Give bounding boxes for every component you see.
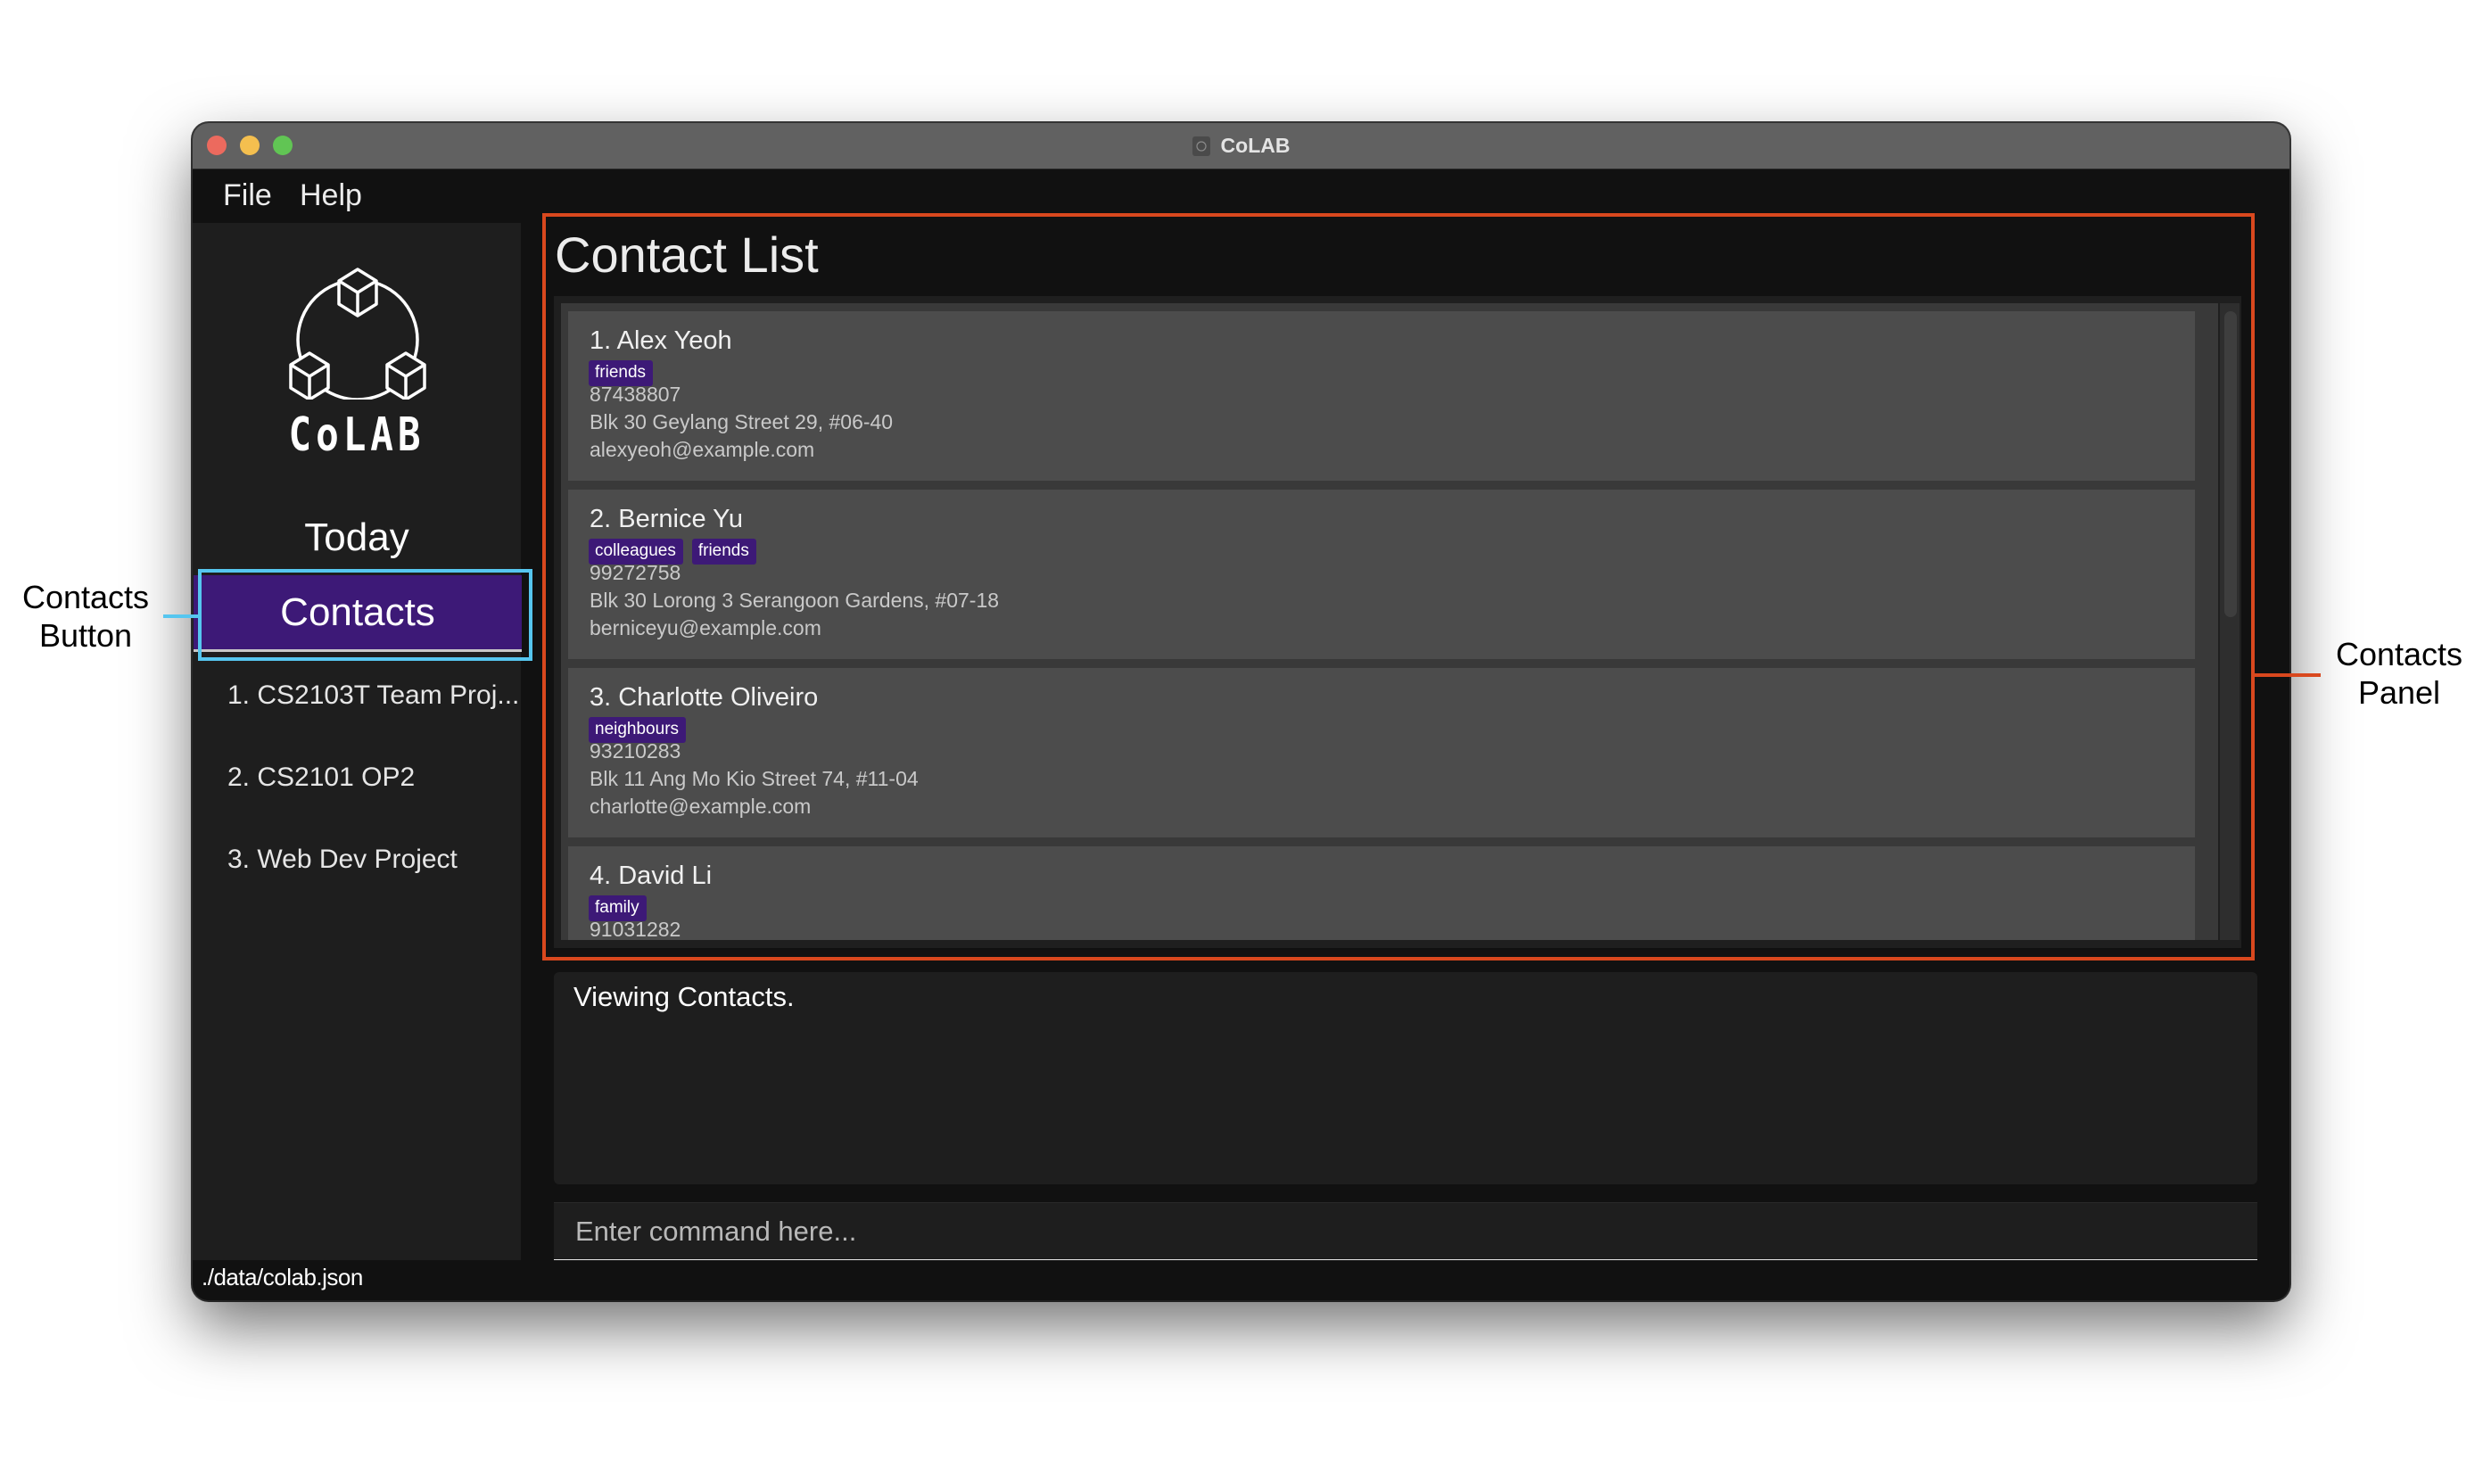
- annotation-line: Panel: [2357, 674, 2441, 711]
- contact-address: Blk 30 Geylang Street 29, #06-40: [590, 410, 894, 433]
- menu-help[interactable]: Help: [300, 178, 362, 213]
- contact-card[interactable]: 3. Charlotte Oliveiro neighbours 9321028…: [568, 668, 2195, 837]
- sidebar: CoLAB Today Contacts 1. CS2103T Team Pro…: [193, 223, 522, 1260]
- contact-list-scrollbar[interactable]: [2220, 303, 2240, 940]
- annotation-line: Button: [38, 617, 133, 654]
- window-title: CoLAB: [1220, 134, 1291, 157]
- contact-list: 1. Alex Yeoh friends 87438807 Blk 30 Gey…: [561, 303, 2218, 940]
- contact-list-title: Contact List: [555, 227, 819, 283]
- command-box: [554, 1202, 2257, 1262]
- contact-email: charlotte@example.com: [590, 795, 812, 818]
- contact-name: 4. David Li: [590, 862, 713, 890]
- contact-name: 3. Charlotte Oliveiro: [590, 683, 819, 712]
- app-icon: [1192, 136, 1210, 156]
- contact-phone: 99272758: [590, 561, 681, 584]
- sidebar-project-item[interactable]: 1. CS2103T Team Proj...: [227, 680, 519, 711]
- contacts-panel-leader-line: [2255, 673, 2321, 677]
- contact-phone: 93210283: [590, 739, 681, 763]
- menu-file[interactable]: File: [223, 178, 272, 213]
- logo-text: CoLAB: [288, 408, 425, 462]
- contact-list-panel: 1. Alex Yeoh friends 87438807 Blk 30 Gey…: [554, 296, 2241, 948]
- command-input[interactable]: [554, 1203, 2257, 1259]
- contact-email: alexyeoh@example.com: [590, 438, 815, 461]
- app-window: CoLAB File Help CoLAB Today Contacts 1. …: [193, 123, 2289, 1300]
- contact-phone: 87438807: [590, 383, 681, 406]
- status-bar: ./data/colab.json: [193, 1260, 2289, 1300]
- data-file-path: ./data/colab.json: [202, 1264, 363, 1290]
- menu-bar: File Help: [193, 169, 2289, 223]
- contact-phone: 91031282: [590, 918, 681, 940]
- annotation-contacts-panel: Contacts Panel: [2319, 635, 2479, 712]
- contact-address: Blk 11 Ang Mo Kio Street 74, #11-04: [590, 767, 919, 790]
- contact-address: Blk 30 Lorong 3 Serangoon Gardens, #07-1…: [590, 589, 1000, 612]
- contact-name: 2. Bernice Yu: [590, 505, 743, 533]
- sidebar-project-item[interactable]: 3. Web Dev Project: [227, 845, 458, 875]
- contacts-button-leader-line: [163, 614, 198, 618]
- title-bar: CoLAB: [193, 123, 2289, 169]
- contact-card[interactable]: 4. David Li family 91031282: [568, 846, 2195, 940]
- contact-card[interactable]: 1. Alex Yeoh friends 87438807 Blk 30 Gey…: [568, 311, 2195, 481]
- sidebar-project-item[interactable]: 2. CS2101 OP2: [227, 763, 415, 793]
- contact-card[interactable]: 2. Bernice Yu colleagues friends 9927275…: [568, 490, 2195, 659]
- colab-logo-icon: [289, 268, 426, 400]
- annotation-line: Contacts: [2335, 636, 2463, 672]
- contact-tag: friends: [691, 539, 756, 565]
- contact-email: berniceyu@example.com: [590, 616, 821, 639]
- contacts-button[interactable]: Contacts: [194, 575, 522, 652]
- annotation-line: Contacts: [21, 579, 150, 615]
- annotation-contacts-button: Contacts Button: [0, 578, 171, 655]
- result-display: Viewing Contacts.: [554, 972, 2257, 1184]
- sidebar-item-today[interactable]: Today: [193, 515, 521, 560]
- scrollbar-thumb[interactable]: [2224, 311, 2237, 617]
- result-text: Viewing Contacts.: [573, 981, 795, 1012]
- contacts-button-label: Contacts: [280, 589, 435, 634]
- contact-name: 1. Alex Yeoh: [590, 326, 732, 355]
